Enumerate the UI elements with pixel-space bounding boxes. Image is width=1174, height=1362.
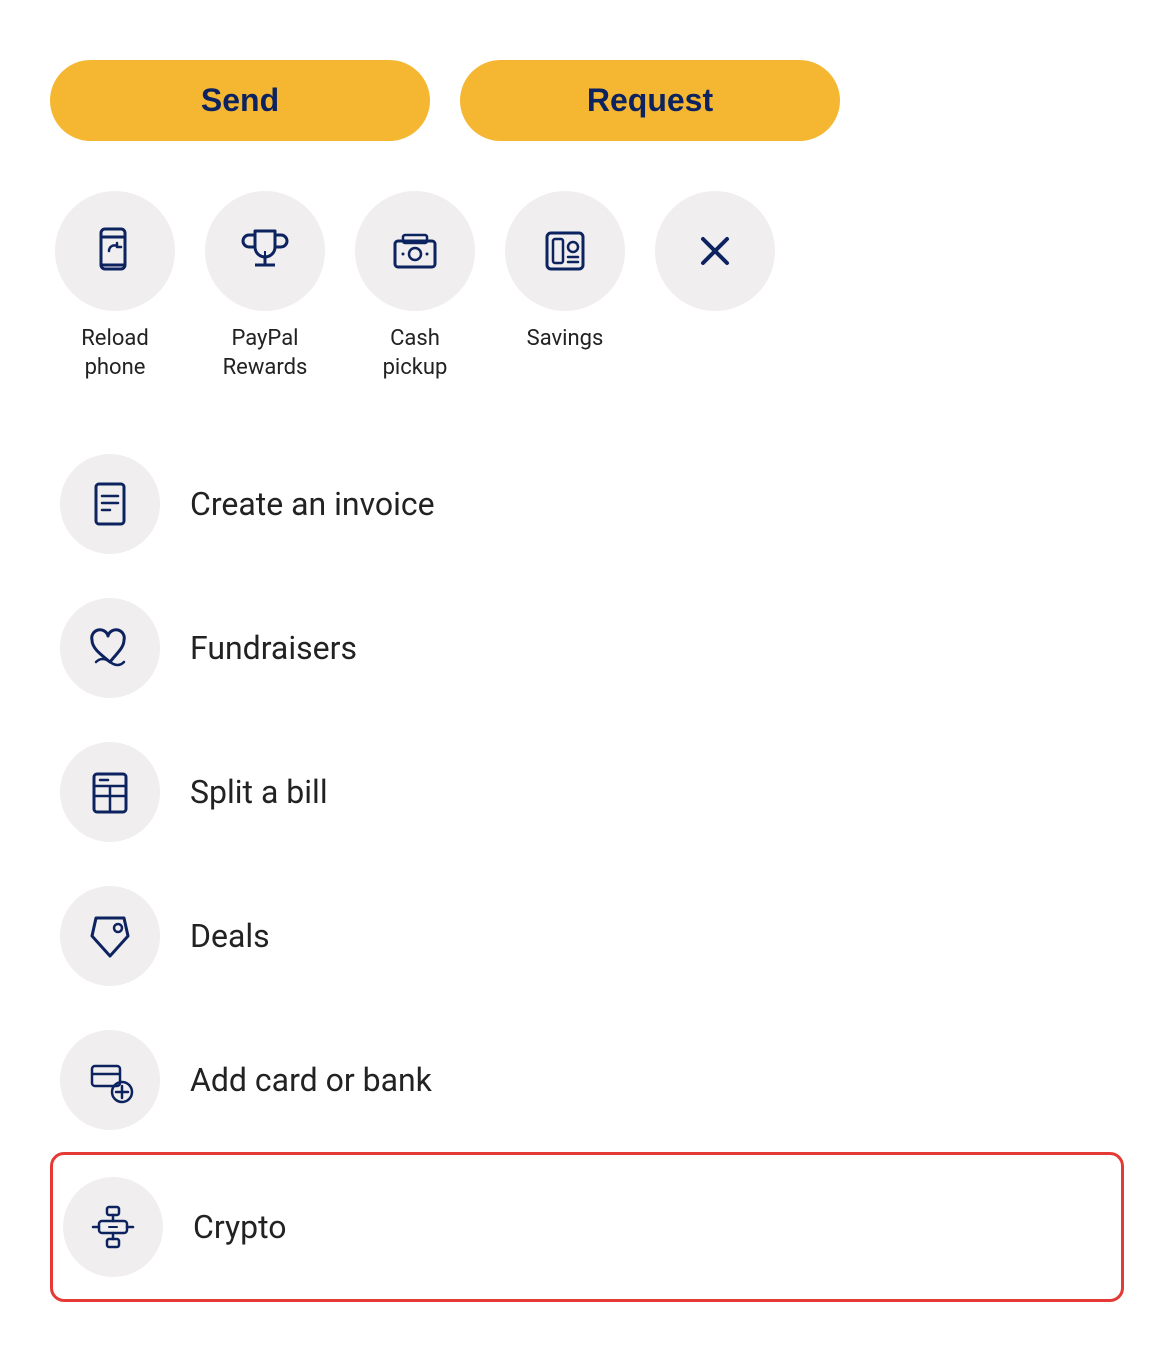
quick-action-paypal-rewards[interactable]: PayPalRewards: [200, 191, 330, 382]
split-bill-label: Split a bill: [190, 773, 328, 811]
trophy-icon: [239, 225, 291, 277]
list-item-add-card-bank[interactable]: Add card or bank: [50, 1008, 1124, 1152]
cash-pickup-icon: [389, 225, 441, 277]
quick-action-cash-pickup[interactable]: Cashpickup: [350, 191, 480, 382]
add-card-icon: [86, 1056, 134, 1104]
top-buttons-container: Send Request: [50, 60, 1124, 141]
split-bill-icon: [86, 768, 134, 816]
reload-phone-label: Reloadphone: [81, 325, 149, 382]
quick-action-close[interactable]: [650, 191, 780, 311]
quick-action-savings[interactable]: Savings: [500, 191, 630, 354]
paypal-rewards-label: PayPalRewards: [223, 325, 308, 382]
deals-icon: [86, 912, 134, 960]
add-card-bank-label: Add card or bank: [190, 1061, 432, 1099]
quick-actions-row: Reloadphone PayPalRewards: [50, 191, 1124, 382]
list-item-deals[interactable]: Deals: [50, 864, 1124, 1008]
fundraisers-label: Fundraisers: [190, 629, 357, 667]
request-button[interactable]: Request: [460, 60, 840, 141]
cash-pickup-label: Cashpickup: [383, 325, 448, 382]
savings-label: Savings: [527, 325, 604, 354]
fundraisers-icon: [86, 624, 134, 672]
quick-action-reload-phone[interactable]: Reloadphone: [50, 191, 180, 382]
crypto-icon: [89, 1203, 137, 1251]
list-item-fundraisers[interactable]: Fundraisers: [50, 576, 1124, 720]
list-item-crypto[interactable]: Crypto: [50, 1152, 1124, 1302]
crypto-label: Crypto: [193, 1208, 286, 1246]
savings-icon: [539, 225, 591, 277]
reload-phone-icon: [89, 225, 141, 277]
list-items-container: Create an invoice Fundraisers Split a bi…: [50, 432, 1124, 1302]
create-invoice-label: Create an invoice: [190, 485, 435, 523]
list-item-split-bill[interactable]: Split a bill: [50, 720, 1124, 864]
invoice-icon: [86, 480, 134, 528]
list-item-create-invoice[interactable]: Create an invoice: [50, 432, 1124, 576]
deals-label: Deals: [190, 917, 270, 955]
close-icon: [689, 225, 741, 277]
send-button[interactable]: Send: [50, 60, 430, 141]
